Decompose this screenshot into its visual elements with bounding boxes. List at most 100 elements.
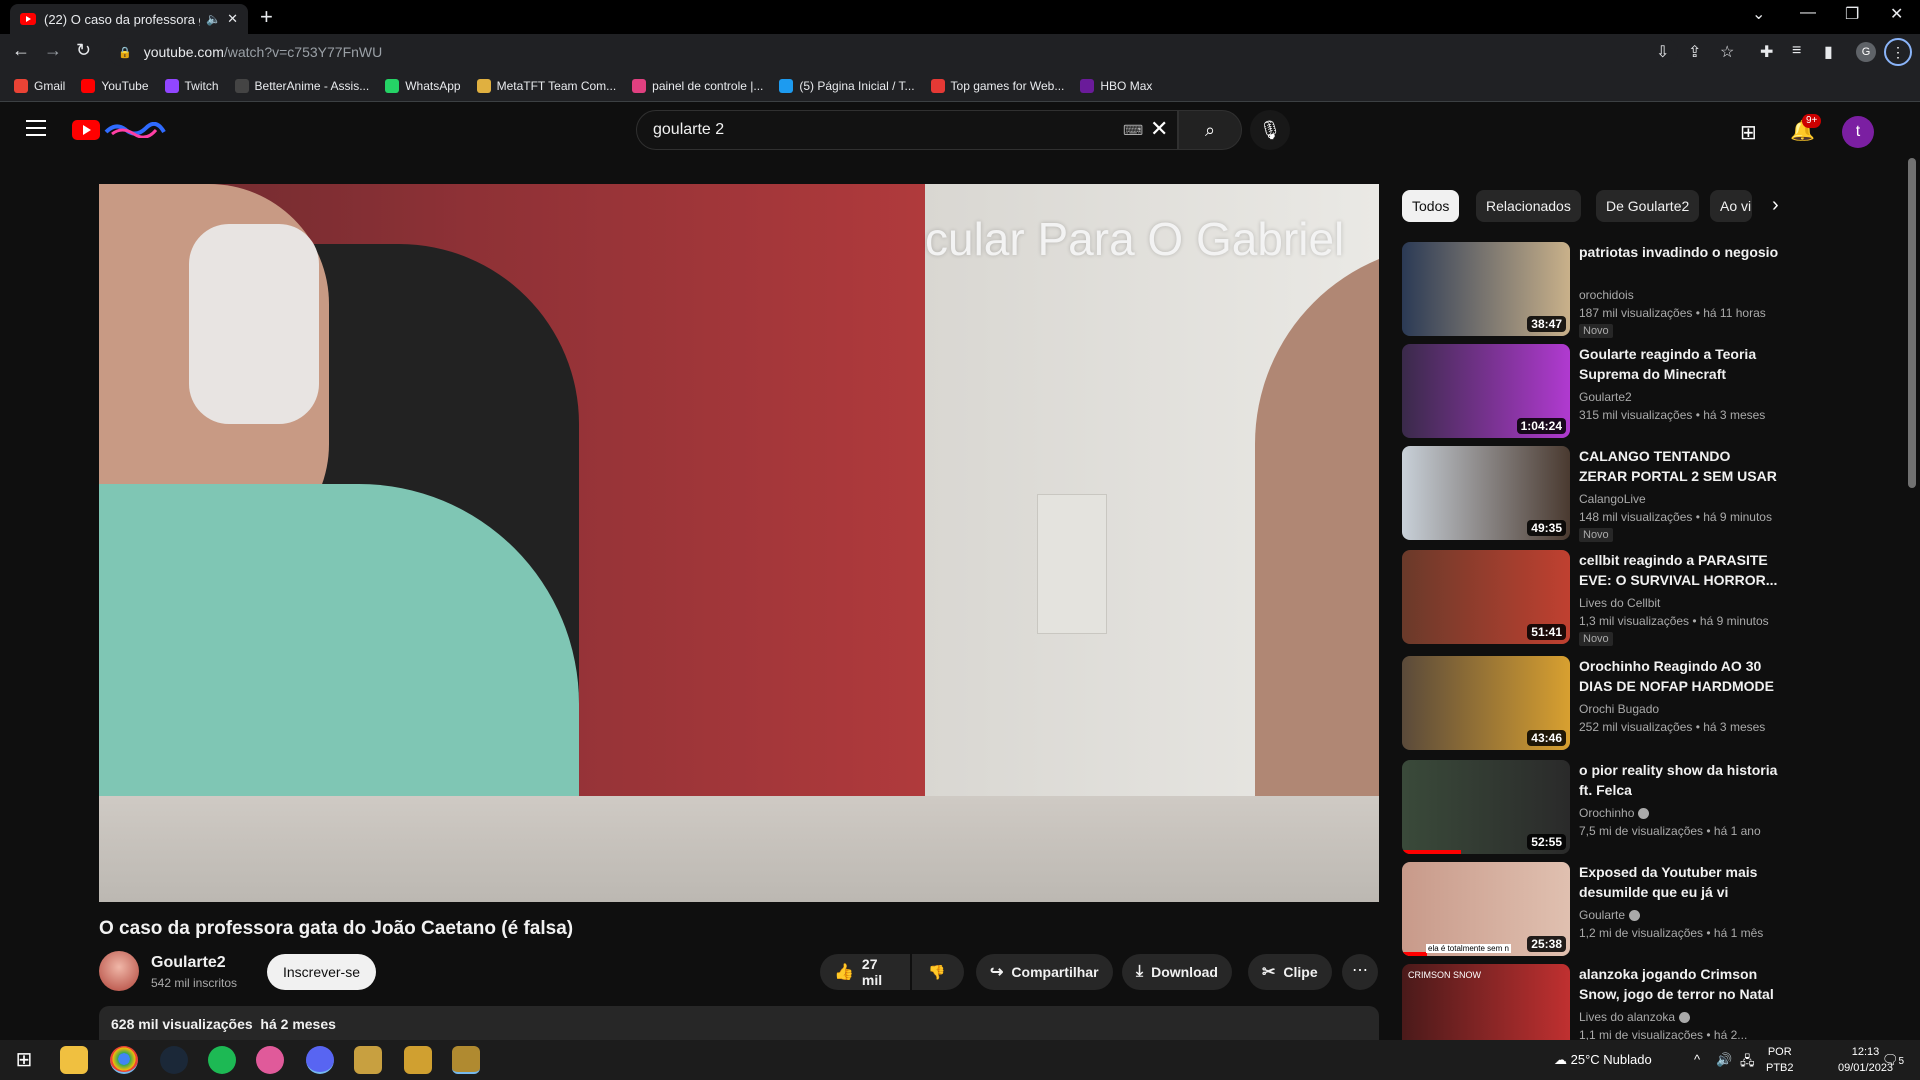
side-panel-icon[interactable]: ▮ [1824,42,1833,62]
bookmark-item[interactable]: Gmail [14,78,65,93]
league-icon[interactable] [354,1046,382,1074]
media-queue-icon[interactable]: ≡ [1792,42,1801,60]
browser-tab[interactable]: (22) O caso da professora gata 🔈 ✕ [10,4,248,34]
recommendation-item[interactable]: 51:41 cellbit reagindo a PARASITE EVE: O … [1402,550,1777,646]
discord-icon[interactable] [306,1046,334,1074]
bookmark-item[interactable]: YouTube [81,78,149,93]
bookmark-item[interactable]: WhatsApp [385,78,461,93]
recommendation-channel[interactable]: Lives do Cellbit [1579,596,1660,610]
dislike-button[interactable]: 👎 [912,954,964,990]
keyboard-icon[interactable]: ⌨ [1123,122,1143,139]
language-indicator[interactable]: POR PTB2 [1766,1044,1794,1076]
bookmark-star-icon[interactable]: ☆ [1720,42,1734,62]
recommendation-title[interactable]: o pior reality show da historia ft. Felc… [1579,760,1779,800]
channel-name[interactable]: Goularte2 [151,954,226,972]
recommendation-item[interactable]: 1:04:24 Goularte reagindo a Teoria Suprem… [1402,344,1770,440]
profile-avatar[interactable]: G [1856,42,1876,62]
voice-search-button[interactable]: 🎙 [1250,110,1290,150]
recommendation-channel[interactable]: Goularte2 [1579,390,1632,404]
restore-button[interactable]: ❐ [1845,4,1859,24]
osu-icon[interactable] [256,1046,284,1074]
video-thumbnail[interactable]: 38:47 [1402,242,1570,336]
share-button[interactable]: ↪ Compartilhar [976,954,1113,990]
menu-icon[interactable] [26,120,46,136]
address-bar[interactable]: 🔒 youtube.com/watch?v=c753Y77FnWU [108,38,1678,66]
subscribe-button[interactable]: Inscrever-se [267,954,376,990]
clear-search-icon[interactable]: ✕ [1150,116,1168,142]
extensions-icon[interactable]: ✚ [1760,42,1773,62]
chip-ao-vivo[interactable]: Ao vi [1710,190,1752,222]
recommendation-title[interactable]: CALANGO TENTANDO ZERAR PORTAL 2 SEM USAR… [1579,446,1779,486]
channel-avatar[interactable] [99,951,139,991]
recommendation-channel[interactable]: orochidois [1579,288,1634,302]
speaker-icon[interactable]: 🔈 [206,12,221,26]
recommendation-channel[interactable]: CalangoLive [1579,492,1646,506]
recommendation-item[interactable]: 25:38 ela é totalmente sem n Exposed da Yo… [1402,862,1770,958]
recommendation-title[interactable]: Goularte reagindo a Teoria Suprema do Mi… [1579,344,1779,384]
chip-todos[interactable]: Todos [1402,190,1460,222]
steam-icon[interactable] [160,1046,188,1074]
recommendation-title[interactable]: Orochinho Reagindo AO 30 DIAS DE NOFAP H… [1579,656,1779,696]
bookmark-item[interactable]: (5) Página Inicial / T... [779,78,915,93]
download-button[interactable]: ⤓ Download [1122,954,1232,990]
search-button[interactable]: ⌕ [1178,110,1242,150]
spotify-icon[interactable] [208,1046,236,1074]
video-player[interactable]: cular Para O Gabriel [99,184,1379,902]
video-thumbnail[interactable]: 51:41 [1402,550,1570,644]
bookmark-item[interactable]: painel de controle |... [632,78,763,93]
video-thumbnail[interactable]: 25:38 ela é totalmente sem n [1402,862,1570,956]
tab-search-icon[interactable]: ⌄ [1752,4,1765,24]
install-icon[interactable]: ⇩ [1656,42,1669,62]
forward-button[interactable]: → [44,40,62,61]
reload-button[interactable]: ↻ [76,40,91,61]
recommendation-channel[interactable]: Goularte [1579,908,1641,922]
recommendation-item[interactable]: 38:47 patriotas invadindo o negosio orochi… [1402,242,1778,338]
like-button[interactable]: 👍 27 mil [820,954,910,990]
windows-start-icon[interactable]: ⊞ [10,1046,38,1074]
recommendation-channel[interactable]: Lives do alanzoka [1579,1010,1691,1024]
chip-relacionados[interactable]: Relacionados [1476,190,1581,222]
recommendation-channel[interactable]: Orochinho [1579,806,1650,820]
riot-client-icon[interactable] [404,1046,432,1074]
weather-widget[interactable]: ☁ 25°C Nublado [1554,1052,1652,1068]
back-button[interactable]: ← [12,40,30,61]
lol-client-icon[interactable] [452,1046,480,1074]
chevron-right-icon[interactable]: › [1772,194,1779,217]
doodle-logo-icon[interactable] [104,122,166,138]
tab-close-icon[interactable]: ✕ [227,11,238,27]
recommendation-item[interactable]: 49:35 CALANGO TENTANDO ZERAR PORTAL 2 SEM… [1402,446,1777,542]
network-icon[interactable]: 🖧 [1740,1052,1755,1074]
tray-chevron-icon[interactable]: ^ [1694,1052,1700,1067]
create-video-icon[interactable]: ⊞ [1740,120,1757,145]
close-window-button[interactable]: ✕ [1890,4,1903,24]
video-thumbnail[interactable]: 49:35 [1402,446,1570,540]
more-actions-button[interactable]: ⋯ [1342,954,1378,990]
recommendation-item[interactable]: 43:46 Orochinho Reagindo AO 30 DIAS DE NO… [1402,656,1774,752]
new-tab-button[interactable]: + [260,4,273,30]
chrome-icon[interactable] [110,1046,138,1074]
browser-menu-icon[interactable]: ⋮ [1884,38,1912,66]
notification-center-icon[interactable]: 🗨5 [1882,1052,1904,1068]
minimize-button[interactable]: — [1800,4,1816,22]
clip-button[interactable]: ✂ Clipe [1248,954,1332,990]
bookmark-item[interactable]: HBO Max [1080,78,1152,93]
chip-de-goularte2[interactable]: De Goularte2 [1596,190,1700,222]
video-thumbnail[interactable]: 1:04:24 [1402,344,1570,438]
youtube-logo-icon[interactable] [72,120,100,140]
bookmark-item[interactable]: BetterAnime - Assis... [234,78,369,93]
recommendation-title[interactable]: patriotas invadindo o negosio [1579,242,1779,262]
recommendation-channel[interactable]: Orochi Bugado [1579,702,1659,716]
page-scrollbar[interactable] [1908,158,1916,488]
video-thumbnail[interactable]: 52:55 [1402,760,1570,854]
search-input[interactable]: goularte 2 [636,110,1178,150]
account-avatar[interactable]: t [1842,116,1874,148]
file-explorer-icon[interactable] [60,1046,88,1074]
recommendation-title[interactable]: cellbit reagindo a PARASITE EVE: O SURVI… [1579,550,1779,590]
bookmark-item[interactable]: Top games for Web... [930,78,1064,93]
bookmark-item[interactable]: Twitch [164,78,219,93]
share-icon[interactable]: ⇪ [1688,42,1701,62]
video-thumbnail[interactable]: 43:46 [1402,656,1570,750]
bookmark-item[interactable]: MetaTFT Team Com... [476,78,616,93]
recommendation-item[interactable]: 52:55 o pior reality show da historia ft.… [1402,760,1777,856]
recommendation-title[interactable]: Exposed da Youtuber mais desumilde que e… [1579,862,1779,902]
